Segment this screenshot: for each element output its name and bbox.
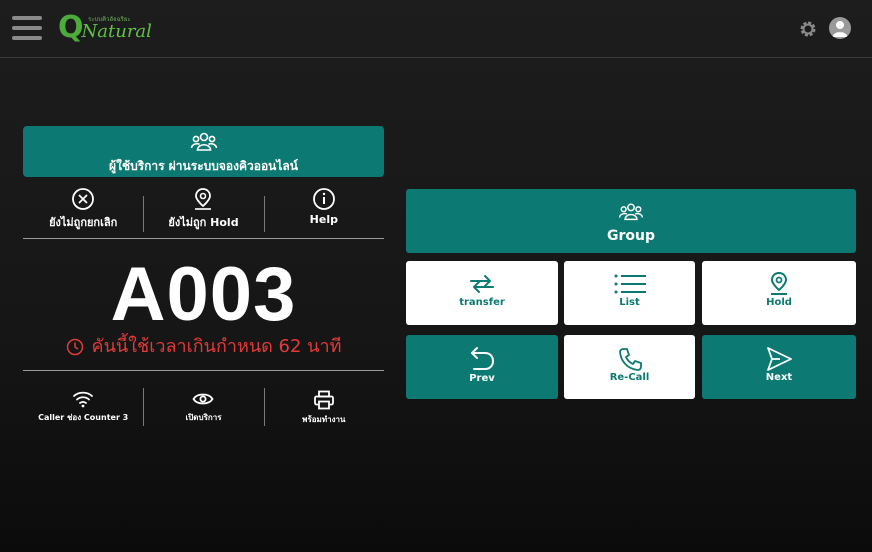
hold-button[interactable]: Hold — [702, 261, 856, 325]
ticket-actions-row: ยังไม่ถูกยกเลิก ยังไม่ถูก Hold Help — [23, 184, 384, 239]
service-open-label: เปิดบริการ — [185, 413, 222, 422]
next-label: Next — [765, 372, 793, 383]
service-type-label: ผู้ใช้บริการ ผ่านระบบจองคิวออนไลน์ — [109, 159, 298, 173]
list-button[interactable]: List — [564, 261, 695, 325]
send-arrow-icon — [767, 347, 792, 371]
service-open-status[interactable]: เปิดบริการ — [143, 386, 263, 428]
transfer-button[interactable]: transfer — [406, 261, 558, 325]
recall-label: Re-Call — [609, 372, 650, 383]
location-pin-icon — [770, 271, 788, 295]
printer-icon — [313, 390, 334, 410]
logo-tagline: ระบบคิวอัจฉริยะ — [88, 16, 131, 23]
printer-status-label: พร้อมทำงาน — [302, 415, 346, 424]
caller-status: Caller ช่อง Counter 3 — [23, 386, 143, 428]
cancel-action-label: ยังไม่ถูกยกเลิก — [49, 216, 118, 229]
user-icon — [832, 21, 848, 37]
avatar[interactable] — [829, 17, 851, 39]
help-action[interactable]: Help — [263, 184, 384, 238]
service-type-banner: ผู้ใช้บริการ ผ่านระบบจองคิวออนไลน์ — [23, 126, 384, 177]
prev-button[interactable]: Prev — [406, 335, 558, 399]
list-label: List — [619, 297, 640, 308]
hold-status-label: ยังไม่ถูก Hold — [168, 216, 239, 229]
overdue-text: คันนี้ใช้เวลาเกินกำหนด 62 นาที — [91, 336, 342, 357]
users-group-icon — [190, 132, 217, 151]
eye-icon — [192, 393, 215, 405]
group-label: Group — [606, 228, 655, 244]
status-row: Caller ช่อง Counter 3 เปิดบริการ พร้อมทำ… — [23, 386, 384, 428]
clock-icon — [66, 338, 83, 356]
gear-icon[interactable] — [798, 19, 818, 39]
next-button[interactable]: Next — [702, 335, 856, 399]
prev-label: Prev — [469, 373, 495, 384]
cancel-icon — [72, 188, 95, 210]
caller-status-label: Caller ช่อง Counter 3 — [38, 413, 129, 422]
help-label: Help — [309, 213, 338, 226]
overdue-message: คันนี้ใช้เวลาเกินกำหนด 62 นาที — [23, 334, 384, 360]
info-icon — [312, 188, 335, 210]
list-icon — [614, 274, 646, 294]
recall-button[interactable]: Re-Call — [564, 335, 695, 399]
transfer-label: transfer — [459, 297, 505, 308]
hamburger-menu-icon[interactable] — [12, 16, 42, 40]
printer-status[interactable]: พร้อมทำงาน — [263, 386, 384, 428]
app-logo: Q Natural ระบบคิวอัจฉริยะ — [58, 10, 152, 46]
hold-label: Hold — [766, 297, 792, 308]
cancel-action[interactable]: ยังไม่ถูกยกเลิก — [23, 184, 143, 238]
ticket-number: A003 — [110, 252, 297, 337]
hold-status-action[interactable]: ยังไม่ถูก Hold — [143, 184, 263, 238]
undo-arrow-icon — [471, 347, 494, 370]
wifi-icon — [73, 391, 94, 408]
transfer-icon — [470, 275, 494, 293]
top-bar: Q Natural ระบบคิวอัจฉริยะ — [0, 0, 872, 58]
logo-q: Q — [58, 10, 84, 45]
location-pin-icon — [195, 188, 212, 210]
phone-icon — [618, 348, 642, 371]
users-group-icon — [618, 203, 644, 221]
divider — [23, 370, 384, 371]
group-button[interactable]: Group — [406, 189, 856, 253]
